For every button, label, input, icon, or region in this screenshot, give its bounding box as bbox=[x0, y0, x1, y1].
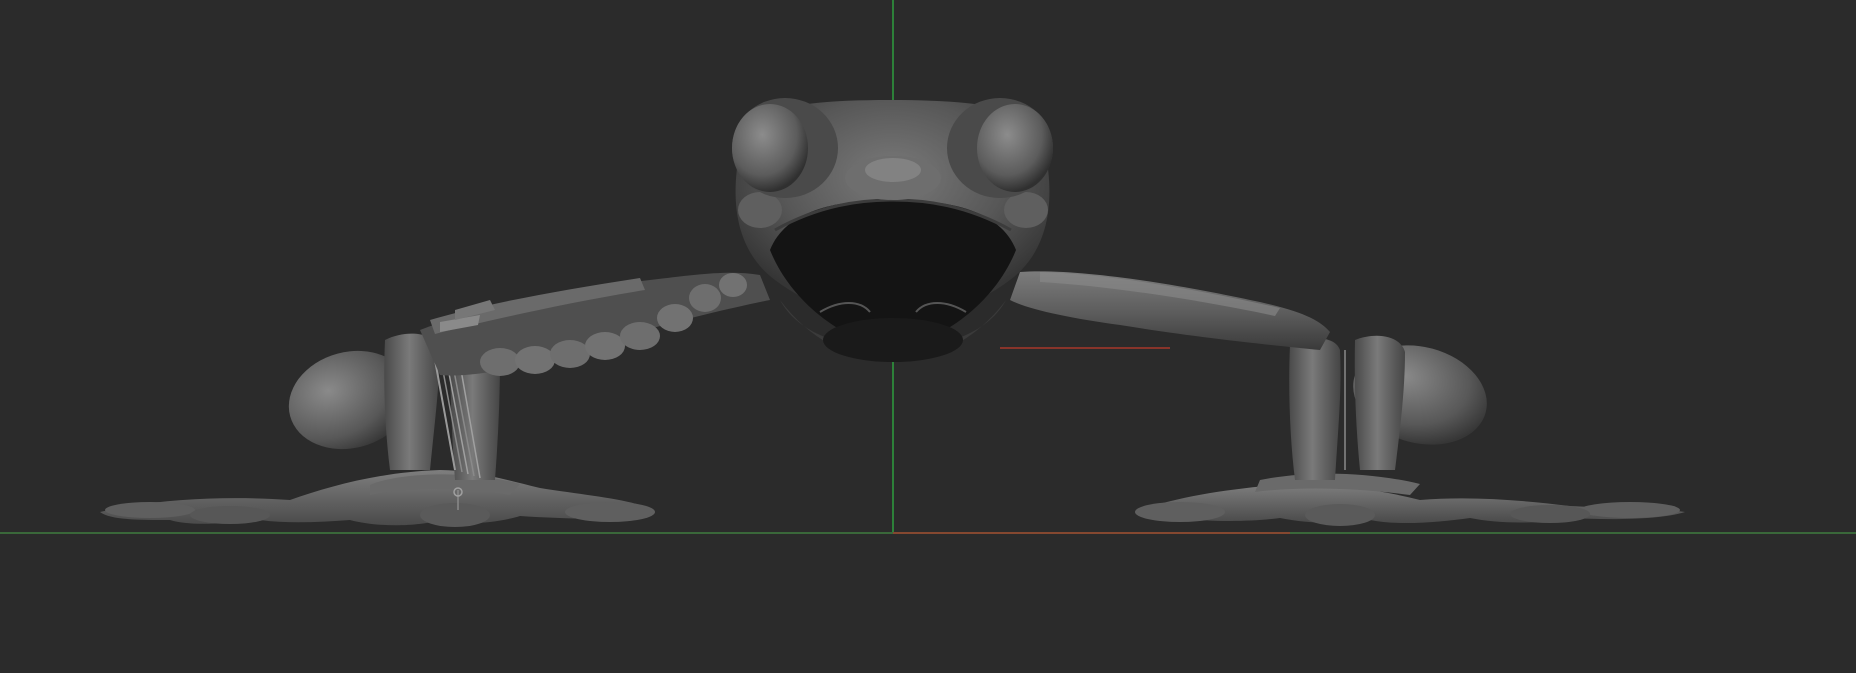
3d-viewport[interactable] bbox=[0, 0, 1856, 673]
right-foot bbox=[1135, 473, 1685, 526]
right-leg bbox=[1289, 335, 1405, 480]
left-eye bbox=[732, 98, 838, 198]
viewport-scene[interactable] bbox=[0, 0, 1856, 673]
left-arm bbox=[420, 272, 770, 376]
right-eye bbox=[947, 98, 1053, 198]
right-arm bbox=[1010, 271, 1330, 350]
left-foot bbox=[100, 470, 655, 527]
